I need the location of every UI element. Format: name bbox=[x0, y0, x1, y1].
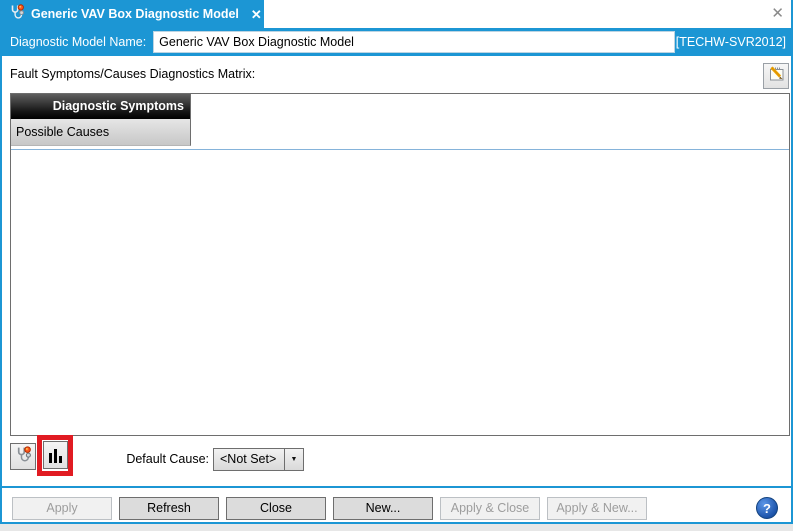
new-button[interactable]: New... bbox=[333, 497, 433, 520]
diagnostic-model-window: Generic VAV Box Diagnostic Model ✕ ✕ Dia… bbox=[0, 0, 793, 531]
matrix-corner-header: Diagnostic Symptoms Possible Causes bbox=[11, 94, 191, 146]
tab-title: Generic VAV Box Diagnostic Model bbox=[31, 7, 239, 21]
background-strip bbox=[0, 524, 793, 531]
diagnostics-matrix[interactable]: Diagnostic Symptoms Possible Causes bbox=[10, 93, 790, 436]
default-cause-dropdown[interactable]: <Not Set> ▼ bbox=[213, 448, 304, 471]
close-button[interactable]: Close bbox=[226, 497, 326, 520]
question-mark-icon: ? bbox=[763, 501, 771, 516]
footer-separator bbox=[2, 486, 791, 488]
diagnostic-model-dialog: Generic VAV Box Diagnostic Model ✕ ✕ Dia… bbox=[0, 0, 793, 524]
bar-chart-icon bbox=[49, 448, 62, 463]
possible-causes-header: Possible Causes bbox=[11, 119, 191, 146]
stethoscope-alarm-icon bbox=[9, 4, 25, 25]
tab-close-icon[interactable]: ✕ bbox=[251, 8, 262, 21]
diagnostic-model-name-input[interactable] bbox=[153, 31, 675, 53]
default-cause-label: Default Cause: bbox=[102, 452, 209, 466]
tab-generic-vav-box-diagnostic-model[interactable]: Generic VAV Box Diagnostic Model ✕ bbox=[2, 0, 264, 28]
diagnostic-symptoms-header: Diagnostic Symptoms bbox=[11, 94, 191, 119]
default-cause-value: <Not Set> bbox=[214, 449, 284, 470]
server-badge: [TECHW-SVR2012] bbox=[676, 35, 786, 49]
edit-note-icon bbox=[767, 64, 786, 88]
apply-and-new-button[interactable]: Apply & New... bbox=[547, 497, 647, 520]
refresh-button[interactable]: Refresh bbox=[119, 497, 219, 520]
matrix-section-label: Fault Symptoms/Causes Diagnostics Matrix… bbox=[10, 67, 255, 81]
apply-button[interactable]: Apply bbox=[12, 497, 112, 520]
chevron-down-icon[interactable]: ▼ bbox=[284, 449, 303, 470]
apply-and-close-button[interactable]: Apply & Close bbox=[440, 497, 540, 520]
header-bar: Diagnostic Model Name: [TECHW-SVR2012] bbox=[2, 28, 791, 56]
edit-matrix-button[interactable] bbox=[763, 63, 789, 89]
diagnostic-model-name-label: Diagnostic Model Name: bbox=[10, 35, 146, 49]
chart-view-button[interactable] bbox=[43, 441, 68, 469]
diagnostic-tool-button[interactable] bbox=[10, 443, 36, 470]
help-button[interactable]: ? bbox=[756, 497, 778, 519]
stethoscope-alarm-icon bbox=[15, 446, 32, 468]
window-close-icon[interactable]: ✕ bbox=[771, 6, 784, 21]
matrix-grid-line bbox=[11, 149, 789, 150]
